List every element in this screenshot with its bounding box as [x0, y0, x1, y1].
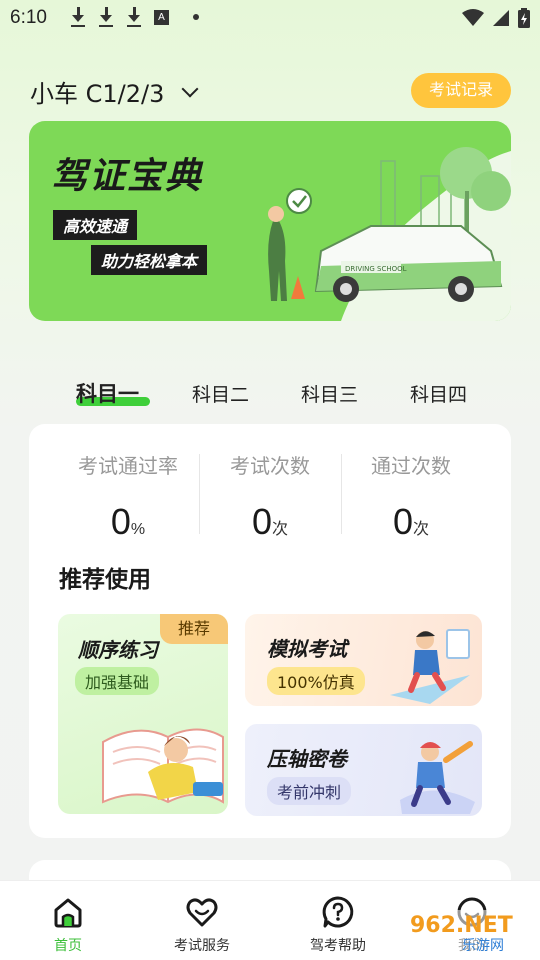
mock-exam-card[interactable]: 模拟考试 100%仿真 — [245, 614, 482, 706]
feature-title: 模拟考试 — [267, 637, 347, 661]
download-icon — [70, 7, 86, 27]
sequential-practice-card[interactable]: 推荐 顺序练习 加强基础 — [58, 614, 228, 814]
status-bar: 6:10 A — [0, 0, 540, 36]
nav-exam-help[interactable]: 驾考帮助 — [288, 895, 388, 955]
stat-exam-count: 考试次数 0次 — [195, 450, 345, 543]
promo-banner[interactable]: DRIVING SCHOOL 驾证宝典 高效速通 助力轻松拿本 — [29, 121, 511, 321]
feature-tag: 加强基础 — [75, 667, 160, 695]
driving-school-illustration: DRIVING SCHOOL — [268, 147, 511, 321]
system-icons — [462, 8, 530, 28]
nav-label: 考试服务 — [174, 938, 230, 954]
final-paper-card[interactable]: 压轴密卷 考前冲刺 — [245, 724, 482, 816]
banner-title: 驾证宝典 — [51, 156, 204, 197]
stat-pass-count: 通过次数 0次 — [336, 450, 486, 543]
stat-label: 考试次数 — [230, 454, 310, 478]
stat-value: 0次 — [392, 501, 430, 542]
nav-label: 驾考帮助 — [310, 938, 366, 954]
section-title: 推荐使用 — [59, 567, 151, 593]
stat-unit: 次 — [413, 521, 430, 538]
tab-subject-2[interactable]: 科目二 — [192, 380, 249, 407]
car-type-label: 小车 C1/2/3 — [30, 80, 165, 108]
feature-title: 顺序练习 — [78, 638, 158, 662]
download-icon — [126, 7, 142, 27]
subject-card: 考试通过率 0% 考试次数 0次 通过次数 0次 推荐使用 推荐 顺序练习 加强… — [29, 424, 511, 838]
nav-home[interactable]: 首页 — [18, 895, 118, 955]
nav-label: 首页 — [54, 938, 82, 954]
nav-exam-service[interactable]: 考试服务 — [152, 895, 252, 955]
feature-tag: 100%仿真 — [267, 667, 365, 695]
stat-unit: % — [130, 521, 146, 538]
stat-label: 通过次数 — [371, 454, 451, 478]
tab-subject-1[interactable]: 科目一 — [76, 378, 139, 408]
status-time: 6:10 — [10, 7, 47, 28]
stat-label: 考试通过率 — [78, 454, 178, 478]
paper-plane-boy-illustration — [390, 629, 470, 704]
notification-icons: A — [70, 7, 199, 27]
signal-icon — [493, 10, 509, 26]
feature-title: 压轴密卷 — [267, 747, 347, 771]
watermark-sub: 乐游网 — [462, 938, 504, 954]
recommend-badge: 推荐 — [160, 614, 228, 644]
more-notifications-dot-icon — [193, 14, 199, 20]
banner-tag: 高效速通 — [53, 210, 138, 240]
home-icon — [54, 898, 82, 928]
chevron-down-icon — [181, 80, 199, 97]
stat-unit: 次 — [272, 521, 289, 538]
heart-icon — [186, 898, 218, 927]
subject-tabs: 科目一 科目二 科目三 科目四 — [60, 380, 490, 410]
banner-tag: 助力轻松拿本 — [91, 245, 208, 275]
watermark-main: 962.NET — [410, 913, 513, 938]
site-watermark: 962.NET 乐游网 — [404, 910, 532, 954]
tab-subject-3[interactable]: 科目三 — [301, 380, 358, 407]
stat-value: 0% — [110, 501, 146, 542]
tab-subject-4[interactable]: 科目四 — [410, 380, 467, 407]
car-sign-text: DRIVING SCHOOL — [345, 265, 407, 273]
download-icon — [98, 7, 114, 27]
exam-record-button[interactable]: 考试记录 — [411, 73, 511, 108]
car-type-selector[interactable]: 小车 C1/2/3 — [30, 74, 199, 109]
font-notification-icon: A — [154, 9, 169, 25]
reading-girl-illustration — [102, 728, 224, 804]
pencil-boy-illustration — [400, 741, 475, 814]
wifi-icon — [462, 9, 484, 26]
stat-pass-rate: 考试通过率 0% — [53, 450, 203, 543]
help-icon — [322, 896, 354, 928]
feature-tag: 考前冲刺 — [267, 777, 352, 805]
stat-value: 0次 — [251, 501, 289, 542]
battery-icon — [518, 8, 530, 28]
